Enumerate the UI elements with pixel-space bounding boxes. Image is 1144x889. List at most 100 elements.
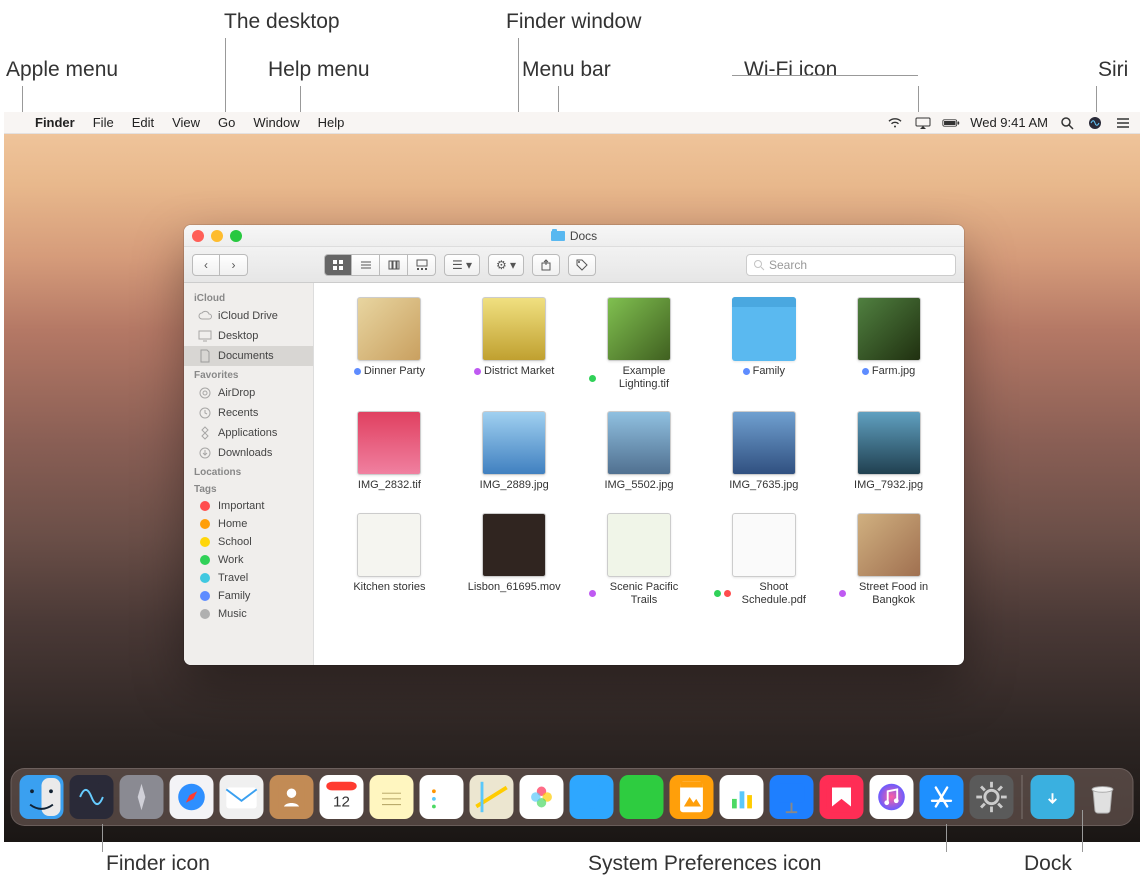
file-item[interactable]: Shoot Schedule.pdf xyxy=(706,513,821,607)
view-list-button[interactable] xyxy=(352,254,380,276)
file-thumbnail xyxy=(607,411,671,475)
dock-news[interactable] xyxy=(820,775,864,819)
menu-window[interactable]: Window xyxy=(244,115,308,130)
file-item[interactable]: IMG_2832.tif xyxy=(332,411,447,492)
sidebar-item-travel[interactable]: Travel xyxy=(184,569,313,587)
desktop[interactable]: Finder File Edit View Go Window Help Wed… xyxy=(4,112,1140,842)
dock-keynote[interactable] xyxy=(770,775,814,819)
search-field[interactable]: Search xyxy=(746,254,956,276)
file-item[interactable]: Street Food in Bangkok xyxy=(831,513,946,607)
menu-edit[interactable]: Edit xyxy=(123,115,163,130)
sidebar-item-documents[interactable]: Documents xyxy=(184,346,313,366)
dock-itunes[interactable] xyxy=(870,775,914,819)
battery-icon[interactable] xyxy=(942,114,960,132)
sidebar-item-home[interactable]: Home xyxy=(184,515,313,533)
sidebar-item-important[interactable]: Important xyxy=(184,497,313,515)
file-name: IMG_7932.jpg xyxy=(854,479,923,492)
sidebar-item-downloads[interactable]: Downloads xyxy=(184,443,313,463)
menu-clock[interactable]: Wed 9:41 AM xyxy=(970,115,1048,130)
finder-content[interactable]: Dinner Party District Market Example Light… xyxy=(314,283,964,665)
notification-center-icon[interactable] xyxy=(1114,114,1132,132)
file-item[interactable]: IMG_2889.jpg xyxy=(457,411,572,492)
file-item[interactable]: Scenic Pacific Trails xyxy=(582,513,697,607)
sidebar-item-applications[interactable]: Applications xyxy=(184,423,313,443)
view-gallery-button[interactable] xyxy=(408,254,436,276)
file-name: Street Food in Bangkok xyxy=(839,581,939,607)
forward-button[interactable]: › xyxy=(220,254,248,276)
sidebar-item-recents[interactable]: Recents xyxy=(184,403,313,423)
dock-appstore[interactable] xyxy=(920,775,964,819)
sidebar-item-label: Downloads xyxy=(218,447,272,459)
menu-view[interactable]: View xyxy=(163,115,209,130)
sidebar-item-school[interactable]: School xyxy=(184,533,313,551)
finder-window[interactable]: Docs ‹ › xyxy=(184,225,964,665)
dock-messages[interactable] xyxy=(570,775,614,819)
dock-reminders[interactable] xyxy=(420,775,464,819)
menu-file[interactable]: File xyxy=(84,115,123,130)
file-item[interactable]: Example Lighting.tif xyxy=(582,297,697,391)
file-name: Dinner Party xyxy=(354,365,425,378)
airplay-icon[interactable] xyxy=(914,114,932,132)
file-item[interactable]: IMG_7635.jpg xyxy=(706,411,821,492)
file-item[interactable]: Dinner Party xyxy=(332,297,447,391)
dock-system-preferences[interactable] xyxy=(970,775,1014,819)
sidebar-item-label: Documents xyxy=(218,350,274,362)
file-name: District Market xyxy=(474,365,554,378)
view-column-button[interactable] xyxy=(380,254,408,276)
wifi-icon[interactable] xyxy=(886,114,904,132)
sidebar-item-label: Important xyxy=(218,500,264,512)
file-item[interactable]: Kitchen stories xyxy=(332,513,447,607)
sidebar-item-label: Applications xyxy=(218,427,277,439)
view-icon-button[interactable] xyxy=(324,254,352,276)
file-thumbnail xyxy=(357,411,421,475)
finder-titlebar[interactable]: Docs xyxy=(184,225,964,247)
menu-help[interactable]: Help xyxy=(309,115,354,130)
file-item[interactable]: IMG_5502.jpg xyxy=(582,411,697,492)
dock-calendar[interactable]: 12 xyxy=(320,775,364,819)
sidebar-item-label: School xyxy=(218,536,252,548)
dock-maps[interactable] xyxy=(470,775,514,819)
file-thumbnail xyxy=(732,411,796,475)
menu-go[interactable]: Go xyxy=(209,115,244,130)
sidebar-item-desktop[interactable]: Desktop xyxy=(184,326,313,346)
dock-pages[interactable] xyxy=(670,775,714,819)
dock-trash[interactable] xyxy=(1081,775,1125,819)
dock-facetime[interactable] xyxy=(620,775,664,819)
dock-safari[interactable] xyxy=(170,775,214,819)
back-button[interactable]: ‹ xyxy=(192,254,220,276)
dock-contacts[interactable] xyxy=(270,775,314,819)
file-item[interactable]: District Market xyxy=(457,297,572,391)
file-name: Scenic Pacific Trails xyxy=(589,581,689,607)
zoom-button[interactable] xyxy=(230,230,242,242)
menu-app[interactable]: Finder xyxy=(26,115,84,130)
file-item[interactable]: Family xyxy=(706,297,821,391)
dock-mail[interactable] xyxy=(220,775,264,819)
siri-icon[interactable] xyxy=(1086,114,1104,132)
dock-photos[interactable] xyxy=(520,775,564,819)
sidebar-item-label: Desktop xyxy=(218,330,258,342)
sidebar-item-family[interactable]: Family xyxy=(184,587,313,605)
action-button[interactable]: ⚙ ▾ xyxy=(488,254,524,276)
file-item[interactable]: Farm.jpg xyxy=(831,297,946,391)
dock-downloads[interactable] xyxy=(1031,775,1075,819)
sidebar-item-music[interactable]: Music xyxy=(184,605,313,623)
sidebar-item-airdrop[interactable]: AirDrop xyxy=(184,383,313,403)
share-button[interactable] xyxy=(532,254,560,276)
close-button[interactable] xyxy=(192,230,204,242)
spotlight-icon[interactable] xyxy=(1058,114,1076,132)
svg-text:12: 12 xyxy=(333,794,350,811)
dock-numbers[interactable] xyxy=(720,775,764,819)
group-button[interactable]: ☰ ▾ xyxy=(444,254,480,276)
minimize-button[interactable] xyxy=(211,230,223,242)
sidebar-header: Locations xyxy=(184,463,313,480)
dock-launchpad[interactable] xyxy=(120,775,164,819)
dock-finder[interactable] xyxy=(20,775,64,819)
tags-button[interactable] xyxy=(568,254,596,276)
sidebar-item-work[interactable]: Work xyxy=(184,551,313,569)
dock-siri[interactable] xyxy=(70,775,114,819)
sidebar-item-icloud-drive[interactable]: iCloud Drive xyxy=(184,306,313,326)
file-item[interactable]: Lisbon_61695.mov xyxy=(457,513,572,607)
dock-notes[interactable] xyxy=(370,775,414,819)
file-thumbnail xyxy=(357,297,421,361)
file-item[interactable]: IMG_7932.jpg xyxy=(831,411,946,492)
